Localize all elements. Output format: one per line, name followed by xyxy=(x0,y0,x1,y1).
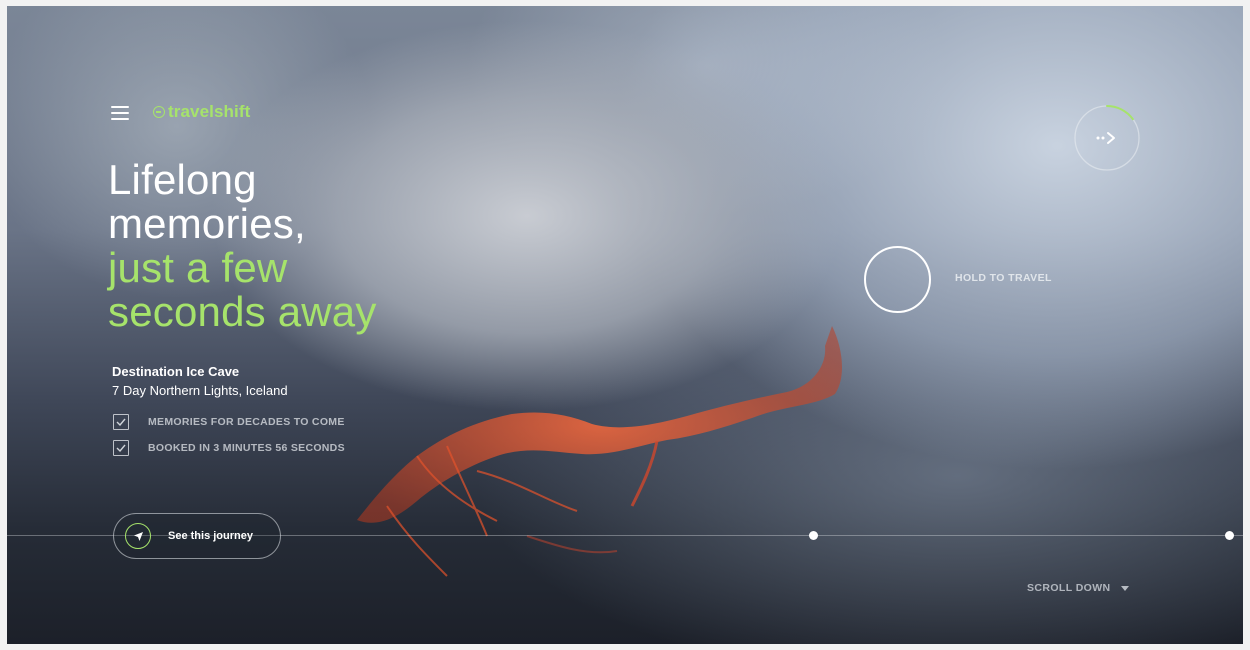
headline-accent-line: just a few xyxy=(108,244,288,291)
timeline-marker[interactable] xyxy=(1225,531,1234,540)
dotted-arrow-right-icon xyxy=(1096,132,1115,144)
menu-line xyxy=(111,106,129,108)
brand-logo[interactable]: travelshift xyxy=(153,102,250,122)
feature-label: MEMORIES FOR DECADES TO COME xyxy=(148,416,345,428)
scroll-down-button[interactable]: SCROLL DOWN xyxy=(1027,582,1129,594)
see-journey-button[interactable]: See this journey xyxy=(113,513,281,559)
destination-subtitle: 7 Day Northern Lights, Iceland xyxy=(112,383,288,398)
caret-down-icon xyxy=(1120,585,1129,591)
checkbox-checked-icon xyxy=(113,440,129,456)
hero-headline: Lifelong memories, just a few seconds aw… xyxy=(108,158,377,334)
hold-to-travel-button[interactable] xyxy=(864,246,931,313)
see-journey-label: See this journey xyxy=(168,530,253,542)
menu-line xyxy=(111,118,129,120)
next-destination-button[interactable] xyxy=(1073,104,1141,172)
feature-item: BOOKED IN 3 MINUTES 56 SECONDS xyxy=(113,440,345,456)
logo-text: travelshift xyxy=(168,102,251,121)
clock-arrow-icon xyxy=(153,106,165,118)
checkbox-checked-icon xyxy=(113,414,129,430)
lava-flow-graphic xyxy=(327,306,887,606)
hold-to-travel-label: HOLD TO TRAVEL xyxy=(955,272,1052,284)
feature-item: MEMORIES FOR DECADES TO COME xyxy=(113,414,345,430)
hero-background: travelshift Lifelong memories, just a fe… xyxy=(7,6,1243,644)
headline-line: memories, xyxy=(108,200,306,247)
menu-line xyxy=(111,112,129,114)
scroll-down-label: SCROLL DOWN xyxy=(1027,582,1111,594)
timeline-marker[interactable] xyxy=(809,531,818,540)
destination-title: Destination Ice Cave xyxy=(112,364,240,379)
hamburger-menu-icon[interactable] xyxy=(111,106,129,120)
feature-label: BOOKED IN 3 MINUTES 56 SECONDS xyxy=(148,442,345,454)
headline-accent-line: seconds away xyxy=(108,288,377,335)
headline-line: Lifelong xyxy=(108,156,257,203)
navigation-arrow-icon xyxy=(125,523,151,549)
